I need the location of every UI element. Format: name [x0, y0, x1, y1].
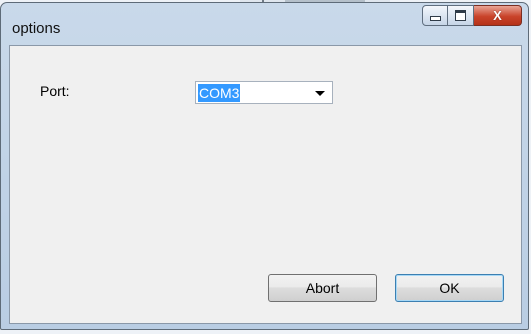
caption-buttons: X — [422, 5, 522, 26]
abort-button[interactable]: Abort — [268, 274, 377, 302]
window-title: options — [12, 20, 61, 37]
options-dialog: options X Port: COM3 Abort OK — [0, 2, 529, 330]
port-selected-value[interactable]: COM3 — [198, 84, 241, 102]
maximize-button[interactable] — [448, 5, 474, 26]
ok-button[interactable]: OK — [395, 274, 504, 302]
port-label: Port: — [40, 83, 70, 99]
dialog-client-area: Port: COM3 Abort OK — [9, 45, 522, 324]
minimize-icon — [429, 16, 441, 21]
maximize-icon — [455, 10, 466, 21]
chevron-down-icon[interactable] — [315, 91, 325, 96]
close-button[interactable]: X — [474, 5, 522, 26]
title-bar[interactable]: options X — [1, 3, 528, 46]
port-dropdown[interactable]: COM3 — [195, 81, 333, 104]
minimize-button[interactable] — [422, 5, 448, 26]
close-icon: X — [493, 8, 502, 23]
